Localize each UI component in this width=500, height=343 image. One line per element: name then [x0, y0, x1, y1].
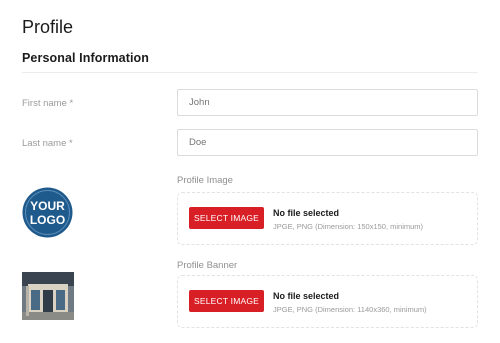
profile-banner-dropzone[interactable]: SELECT IMAGE No file selected JPGE, PNG …	[177, 275, 478, 328]
section-title: Personal Information	[22, 51, 150, 65]
profile-image-dropzone[interactable]: SELECT IMAGE No file selected JPGE, PNG …	[177, 192, 478, 245]
first-name-input[interactable]	[177, 89, 478, 116]
profile-banner-hint: JPGE, PNG (Dimension: 1140x360, minimum)	[273, 305, 427, 314]
section-divider	[22, 72, 478, 73]
profile-banner-preview	[22, 272, 74, 320]
first-name-label: First name *	[22, 98, 74, 109]
logo-text-bottom: LOGO	[30, 213, 65, 227]
select-profile-banner-button[interactable]: SELECT IMAGE	[189, 290, 264, 312]
profile-image-hint: JPGE, PNG (Dimension: 150x150, minimum)	[273, 222, 424, 231]
page-title: Profile	[22, 17, 74, 37]
profile-image-label: Profile Image	[177, 175, 233, 186]
profile-image-preview: YOUR LOGO	[22, 187, 73, 238]
last-name-input[interactable]	[177, 129, 478, 156]
profile-image-status: No file selected	[273, 208, 340, 218]
profile-banner-label: Profile Banner	[177, 260, 238, 271]
select-profile-image-button[interactable]: SELECT IMAGE	[189, 207, 264, 229]
logo-text-top: YOUR	[30, 199, 65, 213]
last-name-label: Last name *	[22, 138, 73, 149]
profile-banner-status: No file selected	[273, 291, 340, 301]
